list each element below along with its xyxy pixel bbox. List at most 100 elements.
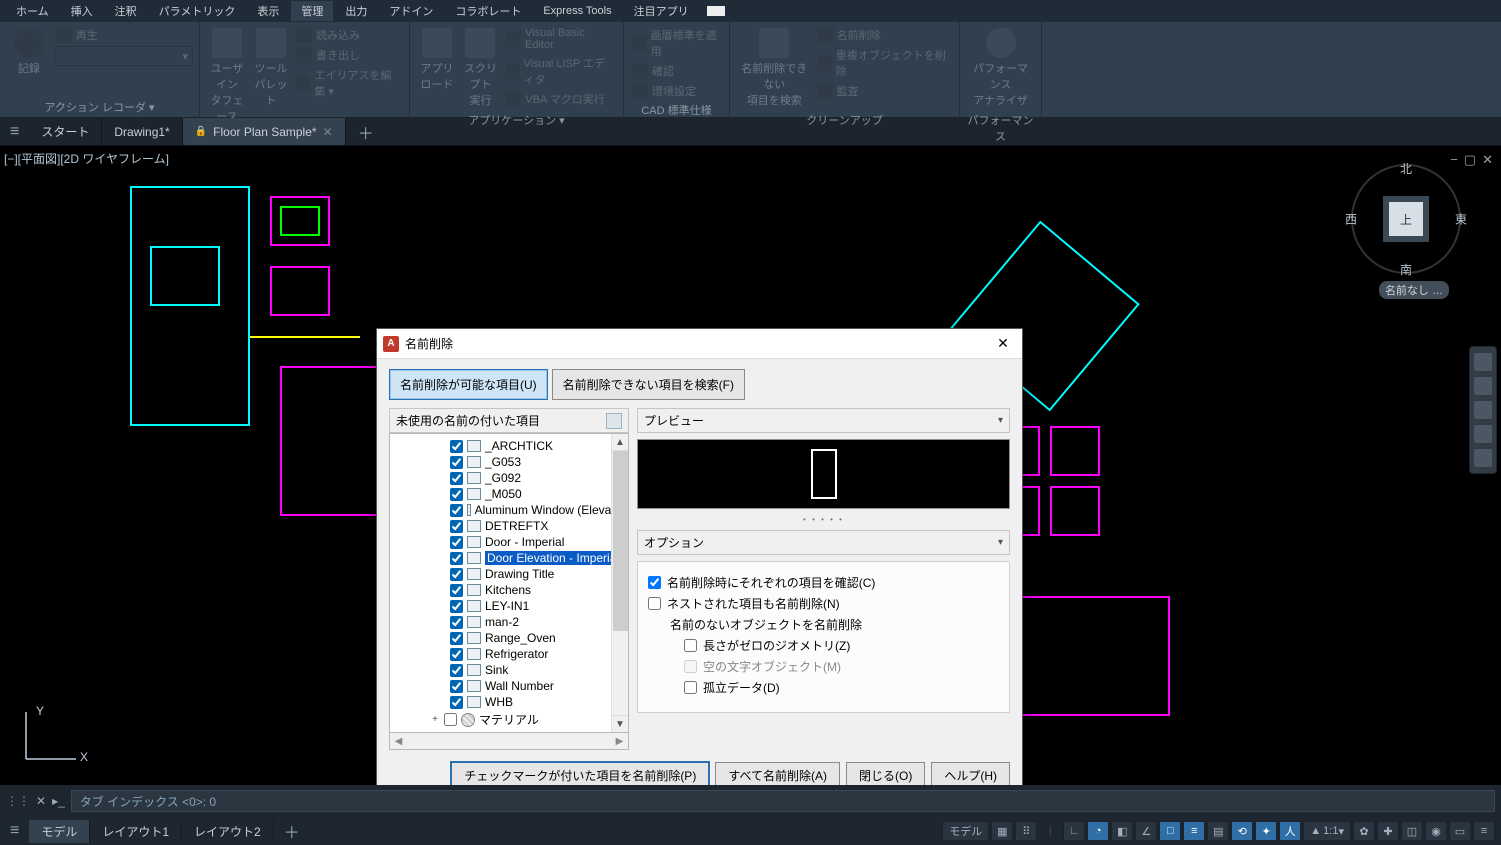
check-button[interactable]: 確認 (630, 62, 723, 80)
drawing-area[interactable]: [−][平面図][2D ワイヤフレーム] − ▢ ✕ 北 南 東 西 上 名前な… (0, 146, 1501, 785)
tree-item-checkbox[interactable] (450, 536, 463, 549)
recorder-dropdown[interactable]: ▾ (54, 46, 193, 66)
tree-item-checkbox[interactable] (450, 584, 463, 597)
tree-item[interactable]: WHB (392, 694, 626, 710)
layout-2[interactable]: レイアウト2 (182, 820, 274, 843)
tree-item[interactable]: DETREFTX (392, 518, 626, 534)
scroll-down-icon[interactable]: ▼ (612, 715, 628, 732)
preview-resize-grip[interactable]: • • • • • (637, 515, 1010, 524)
view-cube[interactable]: 北 南 東 西 上 (1351, 164, 1461, 274)
viewcube-named-view[interactable]: 名前なし … (1379, 281, 1449, 299)
layout-model[interactable]: モデル (29, 820, 90, 843)
snap-toggle-icon[interactable]: ⠿ (1015, 821, 1037, 841)
viewport-label[interactable]: [−][平面図][2D ワイヤフレーム] (4, 150, 169, 167)
menu-express-tools[interactable]: Express Tools (533, 3, 621, 19)
tree-item-checkbox[interactable] (450, 456, 463, 469)
menu-insert[interactable]: 挿入 (61, 1, 103, 21)
zoom-icon[interactable] (1474, 401, 1492, 419)
layout-menu-button[interactable]: ≡ (0, 822, 29, 840)
options-collapse-icon[interactable]: ▾ (998, 537, 1003, 548)
tab-drawing1[interactable]: Drawing1* (102, 118, 182, 145)
tree-item[interactable]: _G092 (392, 470, 626, 486)
tree-item[interactable]: LEY-IN1 (392, 598, 626, 614)
tree-item[interactable]: マルチライン スタイル (392, 729, 626, 733)
annotation-monitor-icon[interactable]: ✚ (1377, 821, 1399, 841)
purge-button[interactable]: 名前削除 (815, 26, 953, 44)
tree-expand-icon[interactable]: + (430, 714, 440, 725)
help-button[interactable]: ヘルプ(H) (931, 762, 1010, 785)
tree-item[interactable]: Refrigerator (392, 646, 626, 662)
scroll-thumb[interactable] (613, 451, 628, 631)
opt-nested-checkbox[interactable] (648, 597, 661, 610)
dynamic-ucs-icon[interactable]: 人 (1279, 821, 1301, 841)
purge-all-button[interactable]: すべて名前削除(A) (715, 762, 840, 785)
viewcube-top-face[interactable]: 上 (1389, 202, 1423, 236)
tree-item-checkbox[interactable] (450, 520, 463, 533)
orbit-icon[interactable] (1474, 425, 1492, 443)
lineweight-toggle-icon[interactable]: ≡ (1183, 821, 1205, 841)
tree-item[interactable]: _M050 (392, 486, 626, 502)
config-button[interactable]: 環境設定 (630, 82, 723, 100)
tree-item-checkbox[interactable] (444, 732, 457, 733)
opt-confirm[interactable]: 名前削除時にそれぞれの項目を確認(C) (648, 572, 999, 593)
tree-hscroll[interactable]: ◀ ▶ (389, 733, 629, 750)
perf-analyzer-button[interactable]: パフォーマンス アナライザ (966, 26, 1035, 110)
tab-floor-plan[interactable]: 🔒 Floor Plan Sample* ✕ (183, 118, 346, 145)
tree-item-checkbox[interactable] (450, 488, 463, 501)
viewport-max-icon[interactable]: ▢ (1464, 152, 1476, 168)
viewcube-east[interactable]: 東 (1455, 211, 1467, 228)
tree-item[interactable]: man-2 (392, 614, 626, 630)
dialog-titlebar[interactable]: A 名前削除 ✕ (377, 329, 1022, 359)
tree-item[interactable]: _G053 (392, 454, 626, 470)
opt-zerolen[interactable]: 長さがゼロのジオメトリ(Z) (670, 635, 999, 656)
viewcube-west[interactable]: 西 (1345, 211, 1357, 228)
preview-collapse-icon[interactable]: ▾ (998, 415, 1003, 426)
tree-item-checkbox[interactable] (450, 472, 463, 485)
cmdline-history-icon[interactable]: ▸_ (52, 794, 65, 808)
hscroll-left-icon[interactable]: ◀ (390, 736, 407, 747)
audit-button[interactable]: 監査 (815, 82, 953, 100)
customize-status-icon[interactable]: ≡ (1473, 821, 1495, 841)
menu-parametric[interactable]: パラメトリック (149, 1, 246, 21)
isodraft-toggle-icon[interactable]: ◧ (1111, 821, 1133, 841)
tree-item[interactable]: Wall Number (392, 678, 626, 694)
export-button[interactable]: 書き出し (294, 46, 403, 64)
3dosnap-toggle-icon[interactable]: ✦ (1255, 821, 1277, 841)
opt-orphan[interactable]: 孤立データ(D) (670, 677, 999, 698)
tree-item-checkbox[interactable] (450, 600, 463, 613)
tree-item-checkbox[interactable] (450, 504, 463, 517)
vbe-button[interactable]: Visual Basic Editor (503, 26, 617, 52)
tree-item[interactable]: Door - Imperial (392, 534, 626, 550)
ribbon-toggle-icon[interactable] (707, 6, 725, 16)
tree-item[interactable]: Drawing Title (392, 566, 626, 582)
tree-item-checkbox[interactable] (450, 440, 463, 453)
showmotion-icon[interactable] (1474, 449, 1492, 467)
menu-view[interactable]: 表示 (247, 1, 289, 21)
tab-start[interactable]: スタート (29, 118, 102, 145)
isolate-objects-icon[interactable]: ◫ (1401, 821, 1423, 841)
tree-item[interactable]: Kitchens (392, 582, 626, 598)
otrack-toggle-icon[interactable]: ∠ (1135, 821, 1157, 841)
menu-collaborate[interactable]: コラボレート (445, 1, 531, 21)
record-button[interactable]: 記録 (6, 26, 52, 78)
viewport-close-icon[interactable]: ✕ (1482, 152, 1493, 168)
import-button[interactable]: 読み込み (294, 26, 403, 44)
tab-close-button[interactable]: ✕ (323, 125, 333, 139)
layout-add-button[interactable]: ＋ (274, 819, 310, 843)
purge-checked-button[interactable]: チェックマークが付いた項目を名前削除(P) (451, 762, 709, 785)
menu-annotate[interactable]: 注釈 (105, 1, 147, 21)
tree-toggle-icon[interactable] (606, 413, 622, 429)
palette-button[interactable]: ツール パレット (250, 26, 292, 110)
menu-home[interactable]: ホーム (6, 1, 59, 21)
tree-item[interactable]: Sink (392, 662, 626, 678)
pan-icon[interactable] (1474, 377, 1492, 395)
opt-confirm-checkbox[interactable] (648, 576, 661, 589)
tree-item-checkbox[interactable] (450, 616, 463, 629)
transparency-toggle-icon[interactable]: ▤ (1207, 821, 1229, 841)
tab-purgeable-items[interactable]: 名前削除が可能な項目(U) (389, 369, 548, 400)
cmdline-grip-icon[interactable]: ⋮⋮ (6, 794, 30, 808)
tree-item-checkbox[interactable] (450, 568, 463, 581)
menu-output[interactable]: 出力 (335, 1, 377, 21)
ortho-toggle-icon[interactable]: ∟ (1063, 821, 1085, 841)
clean-screen-icon[interactable]: ▭ (1449, 821, 1471, 841)
